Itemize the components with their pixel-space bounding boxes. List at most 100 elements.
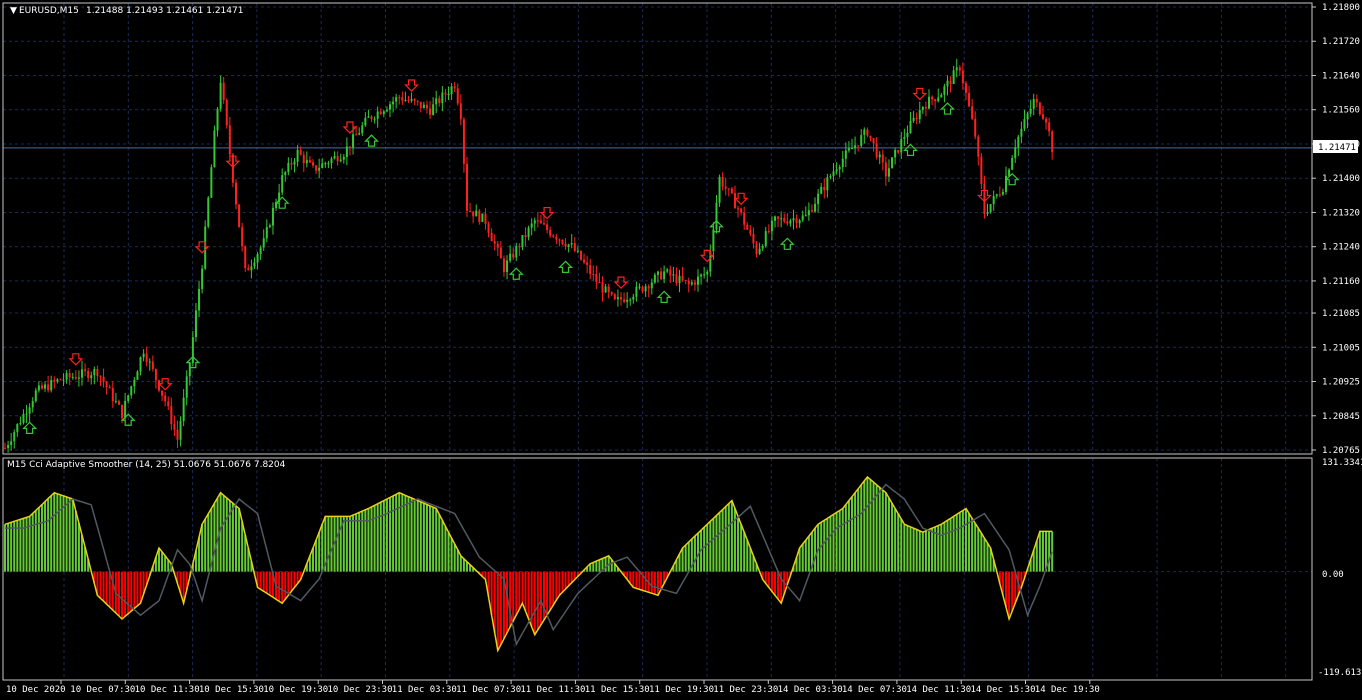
candle-body bbox=[644, 286, 647, 292]
price-tick-label: 1.21320 bbox=[1322, 208, 1360, 218]
time-tick-label: 10 Dec 23:30 bbox=[328, 685, 393, 695]
candle-body bbox=[425, 104, 428, 109]
candle-body bbox=[626, 299, 629, 302]
candle-body bbox=[607, 286, 610, 293]
candle-body bbox=[201, 268, 204, 290]
candle-body bbox=[139, 357, 142, 372]
candle-body bbox=[931, 96, 934, 100]
candle-body bbox=[653, 274, 656, 283]
candle-body bbox=[955, 67, 958, 71]
candle-body bbox=[7, 445, 10, 448]
candle-body bbox=[478, 210, 481, 222]
time-tick-label: 14 Dec 19:30 bbox=[1035, 685, 1100, 695]
candle-body bbox=[364, 117, 367, 126]
sell-arrow-icon bbox=[733, 192, 749, 206]
candle-body bbox=[740, 208, 743, 213]
candle-body bbox=[373, 118, 376, 120]
candle-body bbox=[77, 377, 80, 379]
candle-body bbox=[84, 369, 87, 372]
candle-body bbox=[490, 232, 493, 242]
candle-body bbox=[154, 369, 157, 381]
sell-arrow-icon bbox=[342, 121, 358, 134]
buy-arrow-icon bbox=[558, 260, 574, 274]
candle-body bbox=[56, 379, 59, 382]
candle-body bbox=[804, 215, 807, 217]
candle-body bbox=[268, 225, 271, 227]
candle-body bbox=[992, 196, 995, 205]
time-tick-label: 10 Dec 15:30 bbox=[199, 685, 264, 695]
candle-body bbox=[918, 109, 921, 120]
candle-body bbox=[176, 429, 179, 440]
candle-body bbox=[16, 423, 19, 433]
candle-body bbox=[515, 246, 518, 258]
candle-body bbox=[330, 158, 333, 164]
candle-body bbox=[179, 420, 182, 440]
candle-body bbox=[539, 220, 542, 224]
candle-body bbox=[829, 176, 832, 178]
candle-body bbox=[706, 271, 709, 275]
candle-body bbox=[102, 376, 105, 382]
candle-body bbox=[173, 424, 176, 430]
chart-svg[interactable]: ▼ EURUSD,M15 1.21488 1.21493 1.21461 1.2… bbox=[0, 0, 1362, 700]
candle-body bbox=[958, 67, 961, 71]
candle-body bbox=[321, 163, 324, 168]
price-candles[interactable] bbox=[4, 58, 1054, 453]
chart-title-triangle[interactable]: ▼ bbox=[10, 6, 17, 16]
candle-body bbox=[777, 216, 780, 219]
candle-body bbox=[459, 103, 462, 120]
candle-body bbox=[604, 286, 607, 293]
candle-body bbox=[34, 390, 37, 402]
candle-body bbox=[241, 227, 244, 247]
candle-body bbox=[1005, 175, 1007, 192]
candle-body bbox=[989, 204, 992, 213]
candle-body bbox=[1011, 157, 1014, 170]
indicator-histogram[interactable] bbox=[4, 475, 1054, 653]
candle-body bbox=[228, 125, 231, 155]
candle-body bbox=[660, 271, 663, 280]
candle-body bbox=[71, 377, 74, 379]
buy-arrow-icon bbox=[903, 143, 918, 157]
candle-body bbox=[934, 99, 937, 102]
candle-body bbox=[456, 88, 459, 104]
candle-body bbox=[99, 376, 102, 378]
candle-body bbox=[524, 235, 527, 238]
time-tick-label: 11 Dec 23:30 bbox=[713, 685, 778, 695]
candle-body bbox=[87, 371, 90, 379]
candle-body bbox=[145, 353, 148, 363]
candle-body bbox=[928, 96, 930, 109]
candle-body bbox=[361, 125, 364, 134]
candle-body bbox=[358, 133, 361, 135]
candle-body bbox=[789, 220, 792, 224]
candle-body bbox=[1020, 128, 1023, 137]
candle-body bbox=[105, 381, 108, 388]
candle-body bbox=[555, 236, 558, 240]
candle-body bbox=[783, 218, 786, 222]
candle-body bbox=[952, 70, 955, 84]
candle-body bbox=[733, 193, 736, 209]
candle-body bbox=[148, 361, 151, 363]
candle-body bbox=[743, 212, 746, 225]
candle-body bbox=[780, 218, 783, 220]
candle-body bbox=[817, 193, 820, 204]
candle-body bbox=[549, 229, 552, 236]
candle-body bbox=[379, 111, 382, 115]
price-tick-label: 1.21800 bbox=[1322, 3, 1360, 13]
candle-body bbox=[376, 111, 379, 119]
price-tick-label: 1.20765 bbox=[1322, 446, 1360, 456]
candle-body bbox=[484, 213, 487, 224]
candle-body bbox=[312, 162, 314, 166]
candle-body bbox=[44, 384, 47, 389]
candle-body bbox=[552, 235, 555, 237]
candle-body bbox=[481, 213, 484, 222]
candle-body bbox=[111, 387, 114, 402]
candle-body bbox=[891, 157, 894, 169]
candle-body bbox=[401, 97, 404, 101]
candle-body bbox=[395, 97, 398, 102]
indicator-scale-max: 131.3341 bbox=[1322, 458, 1362, 468]
candle-body bbox=[884, 162, 887, 177]
candle-body bbox=[921, 106, 924, 110]
candle-body bbox=[28, 407, 31, 414]
candle-body bbox=[4, 447, 6, 449]
candle-body bbox=[968, 92, 971, 107]
time-tick-label: 14 Dec 03:30 bbox=[778, 685, 843, 695]
